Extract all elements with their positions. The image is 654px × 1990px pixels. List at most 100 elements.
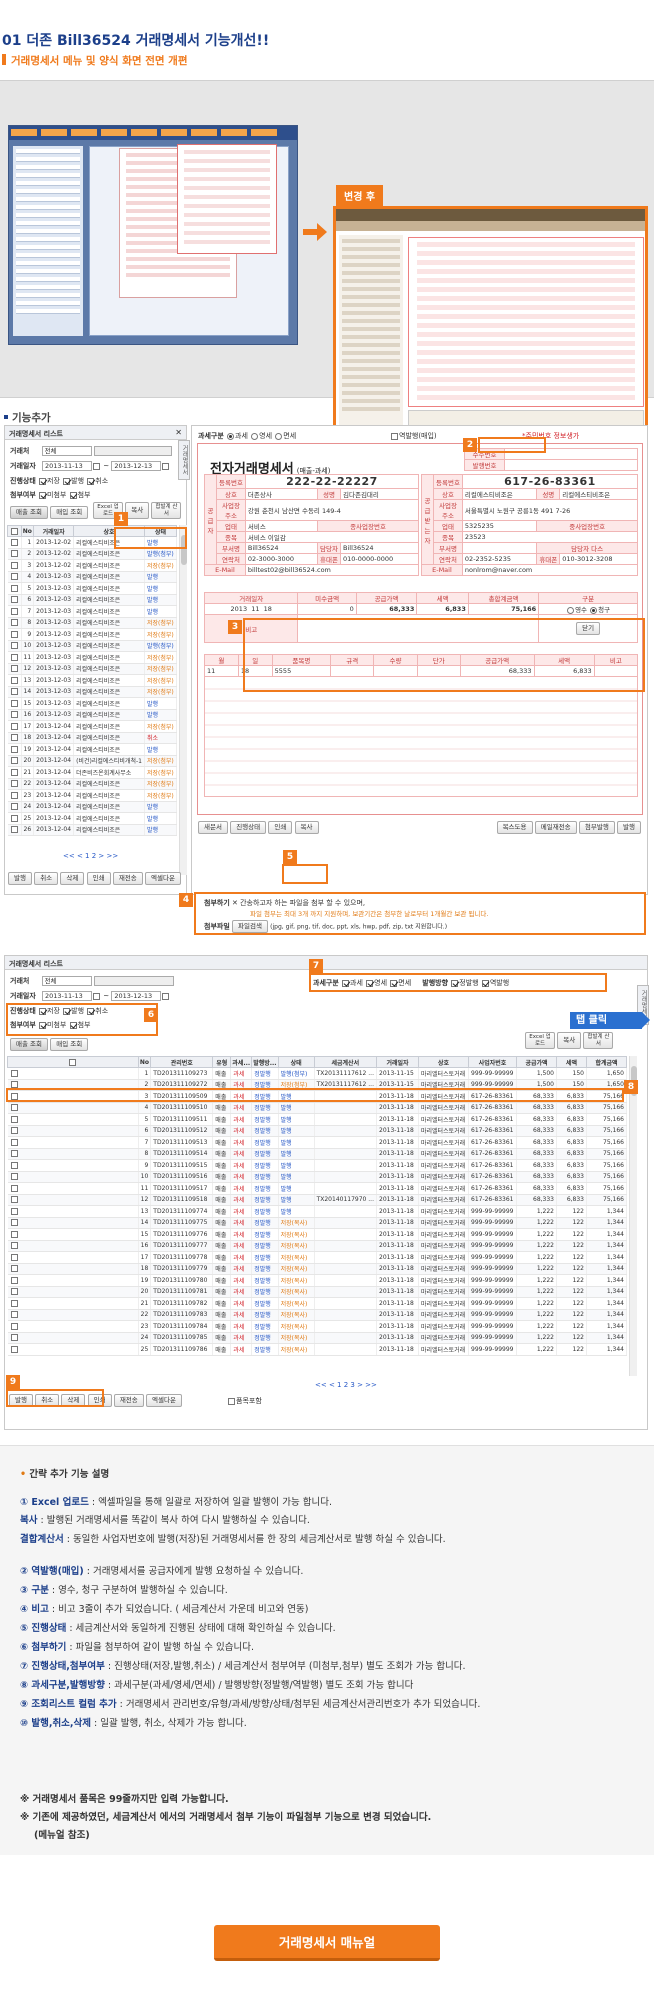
table-row[interactable]: 12 2013-12-03 리컬에스티비조은 저장(첨부) xyxy=(7,663,178,675)
row-checkbox[interactable] xyxy=(10,1115,18,1123)
pager[interactable]: << < 1 2 > >> xyxy=(63,852,118,860)
table-row[interactable]: 24 TD201311109785 매출 과세 정발행 저장(복사) 2013-11-18 마… xyxy=(7,1332,627,1344)
status-cancel-checkbox[interactable] xyxy=(87,477,95,485)
table-row[interactable]: 3 2013-12-02 리컬에스티비조은 저장(첨부) xyxy=(7,559,178,572)
row-checkbox[interactable] xyxy=(10,538,18,546)
row-checkbox[interactable] xyxy=(10,1138,18,1146)
row-checkbox[interactable] xyxy=(10,699,18,707)
table-row[interactable]: 17 TD201311109778 매출 과세 정발행 저장(복사) 2013-11-18 마… xyxy=(7,1251,627,1264)
list-scrollbar[interactable] xyxy=(179,525,187,875)
table-row[interactable]: 7 TD201311109513 매출 과세 정발행 발행 2013-11-18 마리엘터스토… xyxy=(7,1136,627,1149)
combine-invoice-button[interactable]: 합발계 산서 xyxy=(151,502,182,519)
table-row[interactable]: 18 2013-12-04 리컬에스티비조은 취소 xyxy=(7,732,178,744)
row-checkbox[interactable] xyxy=(10,1196,18,1204)
table-row[interactable]: 14 2013-12-03 리컬에스티비조은 저장(첨부) xyxy=(7,686,178,698)
item-cell[interactable]: 11 xyxy=(204,665,239,677)
invoice-button[interactable]: 첨부발행 xyxy=(578,821,615,834)
invoice-button[interactable]: 메일재전송 xyxy=(534,821,577,834)
tab-purchase[interactable]: 매입 조회 xyxy=(50,1038,89,1051)
row-checkbox[interactable] xyxy=(10,1311,18,1319)
row-checkbox[interactable] xyxy=(10,607,18,615)
client-input[interactable] xyxy=(93,446,172,456)
table-row[interactable]: 8 TD201311109514 매출 과세 정발행 발행 2013-11-18 마리엘터스토… xyxy=(7,1148,627,1160)
list-action-button[interactable]: 인쇄 xyxy=(86,872,111,885)
table-row[interactable]: 6 2013-12-03 리컬에스티비조은 발행 xyxy=(7,594,178,606)
calendar-icon[interactable] xyxy=(162,992,170,1000)
excel-upload-button[interactable]: Excel 업로드 xyxy=(525,1032,555,1049)
row-checkbox[interactable] xyxy=(10,630,18,638)
table-row[interactable]: 21 TD201311109782 매출 과세 정발행 저장(복사) 2013-11-18 마… xyxy=(7,1297,627,1310)
row-checkbox[interactable] xyxy=(10,722,18,730)
table-row[interactable]: 10 TD201311109516 매출 과세 정발행 발행 2013-11-18 마리엘터스… xyxy=(7,1171,627,1183)
attach-yes-checkbox[interactable] xyxy=(69,491,77,499)
table-row[interactable]: 15 2013-12-03 리컬에스티비조은 발행 xyxy=(7,697,178,710)
row-checkbox[interactable] xyxy=(10,791,18,799)
client-input[interactable] xyxy=(93,976,174,986)
date-to-input[interactable]: 2013-12-13 xyxy=(111,991,162,1001)
table-row[interactable]: 16 TD201311109777 매출 과세 정발행 저장(복사) 2013-11-18 마… xyxy=(7,1240,627,1252)
row-checkbox[interactable] xyxy=(10,814,18,822)
row-checkbox[interactable] xyxy=(10,1242,18,1250)
list-action-button[interactable]: 엑셀다운 xyxy=(146,1394,182,1407)
table-row[interactable]: 5 TD201311109511 매출 과세 정발행 발행 2013-11-18 마리엘터스토… xyxy=(7,1113,627,1126)
row-checkbox[interactable] xyxy=(10,642,18,650)
row-checkbox[interactable] xyxy=(10,1288,18,1296)
row-checkbox[interactable] xyxy=(10,1322,18,1330)
date-to-input[interactable]: 2013-12-13 xyxy=(111,461,162,471)
table-row[interactable]: 19 TD201311109780 매출 과세 정발행 저장(복사) 2013-11-18 마… xyxy=(7,1274,627,1287)
list-action-button[interactable]: 삭제 xyxy=(60,872,85,885)
table-row[interactable]: 6 TD201311109512 매출 과세 정발행 발행 2013-11-18 마리엘터스토… xyxy=(7,1125,627,1137)
status-issue-checkbox[interactable] xyxy=(63,477,71,485)
row-checkbox[interactable] xyxy=(10,1161,18,1169)
invoice-button[interactable]: 새문서 xyxy=(198,821,228,834)
row-checkbox[interactable] xyxy=(10,1184,18,1192)
tax-exempt-radio[interactable] xyxy=(275,432,283,440)
tab-purchase[interactable]: 매입 조회 xyxy=(50,506,89,519)
reverse-issue-checkbox[interactable] xyxy=(391,432,398,440)
row-checkbox[interactable] xyxy=(10,653,18,661)
list-action-button[interactable]: 취소 xyxy=(34,872,59,885)
invoice-button[interactable]: 복사 xyxy=(294,821,319,834)
status-save-checkbox[interactable] xyxy=(39,477,46,485)
tab-sales[interactable]: 매출 조회 xyxy=(10,506,48,519)
combine-invoice-button[interactable]: 합발계 산서 xyxy=(583,1032,614,1049)
row-checkbox[interactable] xyxy=(10,757,18,765)
row-checkbox[interactable] xyxy=(10,1104,18,1112)
list-action-button[interactable]: 재전송 xyxy=(112,872,143,885)
list-action-button[interactable]: 엑셀다운 xyxy=(145,872,181,885)
invoice-button[interactable]: 발행 xyxy=(617,821,641,834)
table-row[interactable]: 22 2013-12-04 리컬에스티비조은 저장(첨부) xyxy=(7,778,178,790)
item-include-checkbox[interactable] xyxy=(228,1397,235,1405)
table-row[interactable]: 23 TD201311109784 매출 과세 정발행 저장(복사) 2013-11-18 마… xyxy=(7,1320,627,1333)
table-row[interactable]: 9 TD201311109515 매출 과세 정발행 발행 2013-11-18 마리엘터스토… xyxy=(7,1159,627,1172)
table-row[interactable]: 9 2013-12-03 리컬에스티비조은 저장(첨부) xyxy=(7,628,178,641)
row-checkbox[interactable] xyxy=(10,1069,18,1077)
table-row[interactable]: 8 2013-12-03 리컬에스티비조은 저장(첨부) xyxy=(7,617,178,629)
row-checkbox[interactable] xyxy=(10,1207,18,1215)
list-action-button[interactable]: 발행 xyxy=(8,872,32,885)
row-checkbox[interactable] xyxy=(10,619,18,627)
table-row[interactable]: 13 TD201311109774 매출 과세 정발행 발행 2013-11-18 마리엘터스… xyxy=(7,1205,627,1218)
kind-receipt-radio[interactable] xyxy=(567,606,575,614)
row-checkbox[interactable] xyxy=(10,711,18,719)
copy-button[interactable]: 복사 xyxy=(125,502,150,519)
client-select[interactable]: 전체 xyxy=(41,976,92,986)
table-row[interactable]: 14 TD201311109775 매출 과세 정발행 저장(복사) 2013-11-18 마… xyxy=(7,1217,627,1229)
row-checkbox[interactable] xyxy=(10,1345,18,1353)
table-row[interactable]: 25 2013-12-04 리컬에스티비조은 발행 xyxy=(7,812,178,825)
tab-sales[interactable]: 매출 조회 xyxy=(10,1038,48,1051)
row-checkbox[interactable] xyxy=(10,665,18,673)
calendar-icon[interactable] xyxy=(162,462,170,470)
row-checkbox[interactable] xyxy=(10,584,18,592)
table-row[interactable]: 2 2013-12-02 리컬에스티비조은 발행(첨부) xyxy=(7,548,178,560)
calendar-icon[interactable] xyxy=(93,992,100,1000)
row-checkbox[interactable] xyxy=(10,688,18,696)
table-row[interactable]: 22 TD201311109783 매출 과세 정발행 저장(복사) 2013-11-18 마… xyxy=(7,1309,627,1321)
row-checkbox[interactable] xyxy=(10,745,18,753)
table-row[interactable]: 1 TD201311109273 매출 과세 정발행 발행(첨부) TX2013111761… xyxy=(7,1067,627,1080)
manual-button[interactable]: 거래명세서 매뉴얼 xyxy=(214,1925,440,1961)
row-checkbox[interactable] xyxy=(10,596,18,604)
kind-claim-radio[interactable] xyxy=(590,606,598,614)
table-row[interactable]: 4 TD201311109510 매출 과세 정발행 발행 2013-11-18 마리엘터스토… xyxy=(7,1102,627,1114)
invoice-button[interactable]: 진행상태 xyxy=(230,821,267,834)
